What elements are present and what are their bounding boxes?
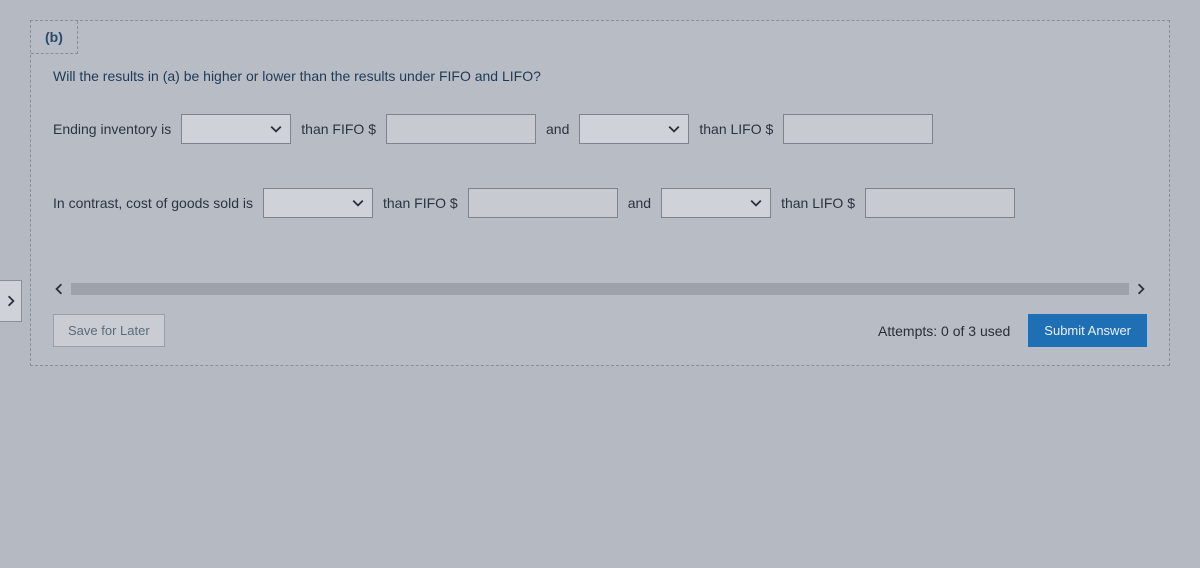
input-fifo-amount-1[interactable]	[386, 114, 536, 144]
answer-row-cogs: In contrast, cost of goods sold is than …	[53, 188, 1147, 218]
attempts-text: Attempts: 0 of 3 used	[878, 323, 1010, 339]
horizontal-scrollbar[interactable]	[53, 280, 1147, 298]
question-card: (b) Will the results in (a) be higher or…	[30, 20, 1170, 366]
chevron-down-icon	[668, 123, 680, 135]
submit-answer-button[interactable]: Submit Answer	[1028, 314, 1147, 347]
row-text: than LIFO $	[781, 195, 855, 211]
chevron-right-icon	[5, 295, 17, 307]
save-for-later-button[interactable]: Save for Later	[53, 314, 165, 347]
part-label: (b)	[31, 21, 78, 54]
question-prompt: Will the results in (a) be higher or low…	[53, 68, 1147, 84]
select-higher-lower-1b[interactable]	[579, 114, 689, 144]
input-lifo-amount-1[interactable]	[783, 114, 933, 144]
chevron-left-icon	[53, 283, 65, 295]
select-higher-lower-1a[interactable]	[181, 114, 291, 144]
row-lead: Ending inventory is	[53, 121, 171, 137]
row-and: and	[628, 195, 651, 211]
select-higher-lower-2b[interactable]	[661, 188, 771, 218]
select-higher-lower-2a[interactable]	[263, 188, 373, 218]
input-fifo-amount-2[interactable]	[468, 188, 618, 218]
row-text: than FIFO $	[383, 195, 458, 211]
card-footer: Save for Later Attempts: 0 of 3 used Sub…	[31, 308, 1169, 365]
collapse-tab[interactable]	[0, 280, 22, 322]
row-text: than LIFO $	[699, 121, 773, 137]
scroll-track[interactable]	[71, 283, 1129, 295]
row-lead: In contrast, cost of goods sold is	[53, 195, 253, 211]
answer-row-ending-inventory: Ending inventory is than FIFO $ and than…	[53, 114, 1147, 144]
row-and: and	[546, 121, 569, 137]
chevron-right-icon	[1135, 283, 1147, 295]
chevron-down-icon	[750, 197, 762, 209]
chevron-down-icon	[270, 123, 282, 135]
input-lifo-amount-2[interactable]	[865, 188, 1015, 218]
row-text: than FIFO $	[301, 121, 376, 137]
chevron-down-icon	[352, 197, 364, 209]
